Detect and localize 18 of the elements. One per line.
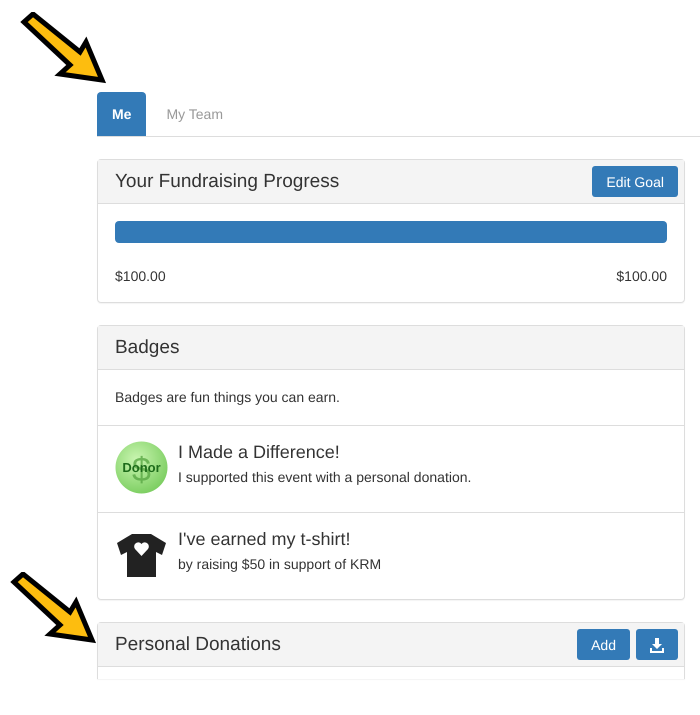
panel-title: Badges: [115, 336, 180, 358]
badge-title: I've earned my t-shirt!: [178, 529, 352, 550]
badge-title: I Made a Difference!: [178, 442, 341, 463]
arrow-icon: [10, 572, 96, 644]
goal-amount: $100.00: [616, 268, 667, 284]
tab[interactable]: My Team: [146, 92, 243, 136]
badge-description: by raising $50 in support of KRM: [178, 556, 382, 572]
panel-title: Your Fundraising Progress: [115, 170, 340, 192]
download-icon: [649, 636, 665, 652]
panel-title: Personal Donations: [115, 634, 282, 656]
badge-description: I supported this event with a personal donation.: [178, 469, 472, 485]
add-button[interactable]: Add: [577, 629, 630, 660]
raised-amount: $100.00: [115, 268, 166, 284]
download-button[interactable]: [636, 629, 678, 660]
arrow-icon: [20, 12, 106, 84]
badges-intro: Badges are fun things you can earn.: [98, 370, 684, 426]
tab[interactable]: Me: [97, 92, 146, 136]
edit-goal-button[interactable]: Edit Goal: [592, 166, 678, 197]
